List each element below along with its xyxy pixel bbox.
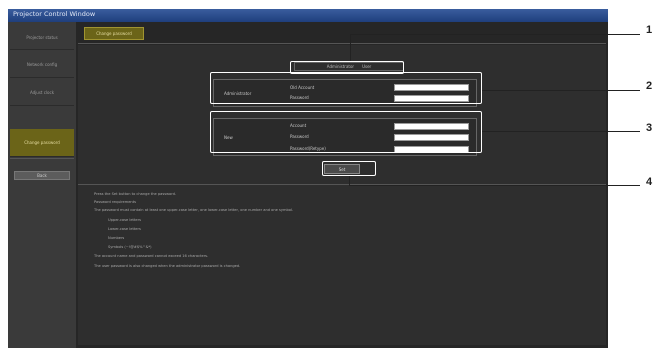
sidebar-item-label: Change password (24, 140, 60, 145)
sidebar-back-button[interactable]: Back (14, 171, 70, 180)
callout-number-3: 3 (646, 122, 653, 134)
note-line: Password requirements (94, 200, 136, 204)
sidebar-item-label: Projector status (26, 35, 58, 40)
note-line: Symbols (~!@#$%^&*) (108, 245, 152, 249)
callout-number-2: 2 (646, 80, 653, 92)
callout-number-1: 1 (646, 24, 653, 36)
note-line: Upper-case letters (108, 218, 141, 222)
leader-line-1 (350, 34, 640, 35)
sidebar: Projector status Network config Adjust c… (8, 22, 76, 348)
leader-line-4 (349, 185, 640, 186)
note-line: The account name and password cannot exc… (94, 254, 209, 258)
callout-box-2 (210, 72, 482, 104)
title-bar: Projector Control Window (8, 9, 608, 22)
note-line: Press the Set button to change the passw… (94, 192, 177, 196)
sidebar-item-status[interactable]: Projector status (10, 26, 74, 50)
callout-number-4: 4 (646, 176, 653, 188)
note-line: Lower-case letters (108, 227, 141, 231)
window-title: Projector Control Window (13, 10, 96, 18)
sidebar-item-clock[interactable]: Adjust clock (10, 80, 74, 106)
sidebar-item-label: Adjust clock (29, 90, 55, 95)
sidebar-item-password[interactable]: Change password (10, 129, 74, 157)
sidebar-item-label: Network config (26, 62, 58, 67)
note-line: The user password is also changed when t… (94, 264, 241, 268)
callout-box-3 (210, 111, 482, 153)
sidebar-divider (10, 158, 74, 159)
sidebar-item-network[interactable]: Network config (10, 52, 74, 78)
leader-line-2 (482, 90, 640, 91)
leader-line-4 (349, 176, 350, 185)
leader-line-1 (350, 34, 351, 61)
tab-change-password[interactable]: Change password (84, 27, 144, 40)
projector-control-window: Projector Control Window Projector statu… (8, 9, 608, 348)
note-line: The password must contain at least one u… (94, 208, 294, 212)
leader-line-3 (482, 131, 640, 132)
note-line: Numbers (108, 236, 125, 240)
callout-box-4 (322, 161, 376, 176)
